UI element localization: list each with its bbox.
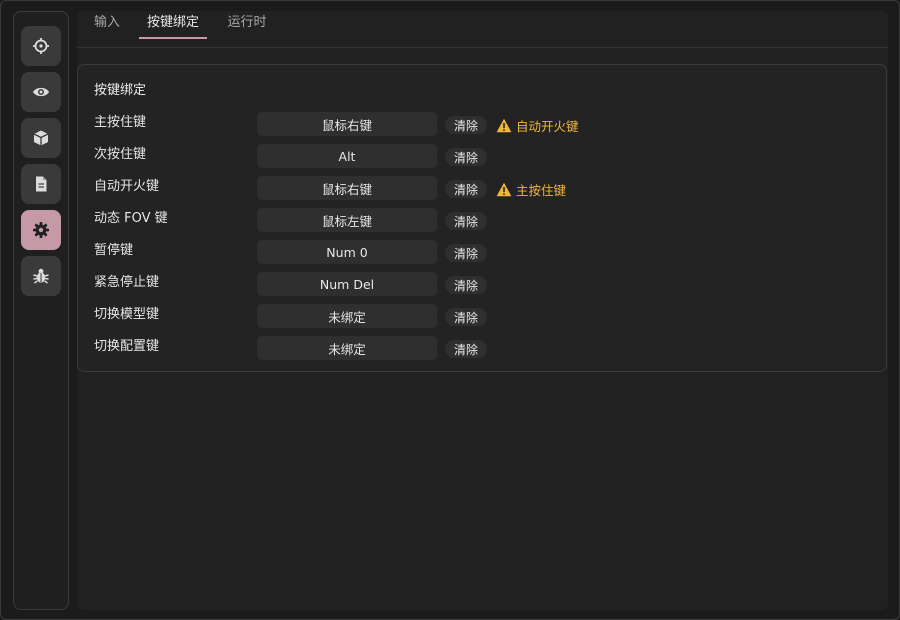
- crosshair-icon: [33, 38, 49, 54]
- keybind-row-switch-config: 切换配置键 未绑定 清除: [78, 333, 886, 360]
- clear-button[interactable]: 清除: [445, 340, 487, 358]
- clear-button[interactable]: 清除: [445, 276, 487, 294]
- keybind-label: 暂停键: [94, 243, 134, 258]
- document-icon: [36, 176, 47, 192]
- sidebar-item-aim[interactable]: [21, 26, 61, 66]
- keybind-label: 主按住键: [94, 115, 147, 130]
- keybind-button[interactable]: 未绑定: [257, 336, 437, 360]
- keybind-row-switch-model: 切换模型键 未绑定 清除: [78, 301, 886, 328]
- app-window: 输入 按键绑定 运行时 按键绑定 主按住键 鼠标右键 清除 自动开火键 次按住键…: [0, 0, 900, 620]
- tab-input[interactable]: 输入: [93, 14, 121, 39]
- card-title: 按键绑定: [94, 83, 147, 98]
- sidebar-item-settings[interactable]: [21, 210, 61, 250]
- warning-icon: [496, 182, 512, 196]
- keybind-label: 切换模型键: [94, 307, 160, 322]
- keybind-button[interactable]: 未绑定: [257, 304, 437, 328]
- clear-button[interactable]: 清除: [445, 116, 487, 134]
- sidebar-item-debug[interactable]: [21, 256, 61, 296]
- cube-icon: [33, 130, 49, 146]
- conflict-warning: 自动开火键: [496, 115, 579, 135]
- keybind-button[interactable]: Num 0: [257, 240, 437, 264]
- sidebar-item-visual[interactable]: [21, 72, 61, 112]
- keybind-button[interactable]: Alt: [257, 144, 437, 168]
- keybind-label: 切换配置键: [94, 339, 160, 354]
- keybind-label: 次按住键: [94, 147, 147, 162]
- warning-icon: [496, 118, 512, 132]
- keybind-row-emergency-stop: 紧急停止键 Num Del 清除: [78, 269, 886, 296]
- keybind-button[interactable]: Num Del: [257, 272, 437, 296]
- keybind-label: 紧急停止键: [94, 275, 160, 290]
- gear-icon: [33, 222, 49, 238]
- keybind-label: 自动开火键: [94, 179, 160, 194]
- keybind-button[interactable]: 鼠标右键: [257, 112, 437, 136]
- keybind-row-secondary-hold: 次按住键 Alt 清除: [78, 141, 886, 168]
- conflict-text: 主按住键: [516, 182, 567, 198]
- keybind-label: 动态 FOV 键: [94, 211, 168, 226]
- keybind-row-primary-hold: 主按住键 鼠标右键 清除 自动开火键: [78, 109, 886, 136]
- keybind-row-auto-fire: 自动开火键 鼠标右键 清除 主按住键: [78, 173, 886, 200]
- keybind-row-pause: 暂停键 Num 0 清除: [78, 237, 886, 264]
- clear-button[interactable]: 清除: [445, 148, 487, 166]
- keybind-button[interactable]: 鼠标右键: [257, 176, 437, 200]
- sidebar-item-files[interactable]: [21, 164, 61, 204]
- clear-button[interactable]: 清除: [445, 244, 487, 262]
- eye-icon: [33, 87, 49, 97]
- keybind-card: 按键绑定 主按住键 鼠标右键 清除 自动开火键 次按住键 Alt 清除 自动开火…: [77, 64, 887, 372]
- bug-icon: [33, 268, 49, 284]
- clear-button[interactable]: 清除: [445, 180, 487, 198]
- keybind-row-dynamic-fov: 动态 FOV 键 鼠标左键 清除: [78, 205, 886, 232]
- clear-button[interactable]: 清除: [445, 308, 487, 326]
- keybind-button[interactable]: 鼠标左键: [257, 208, 437, 232]
- clear-button[interactable]: 清除: [445, 212, 487, 230]
- sidebar: [13, 11, 69, 610]
- tab-bar: 输入 按键绑定 运行时: [77, 11, 888, 48]
- tab-runtime[interactable]: 运行时: [227, 14, 267, 39]
- main-content: 输入 按键绑定 运行时 按键绑定 主按住键 鼠标右键 清除 自动开火键 次按住键…: [77, 11, 888, 610]
- tab-keybinds[interactable]: 按键绑定: [139, 14, 207, 39]
- sidebar-item-model[interactable]: [21, 118, 61, 158]
- conflict-warning: 主按住键: [496, 179, 566, 199]
- conflict-text: 自动开火键: [516, 118, 579, 134]
